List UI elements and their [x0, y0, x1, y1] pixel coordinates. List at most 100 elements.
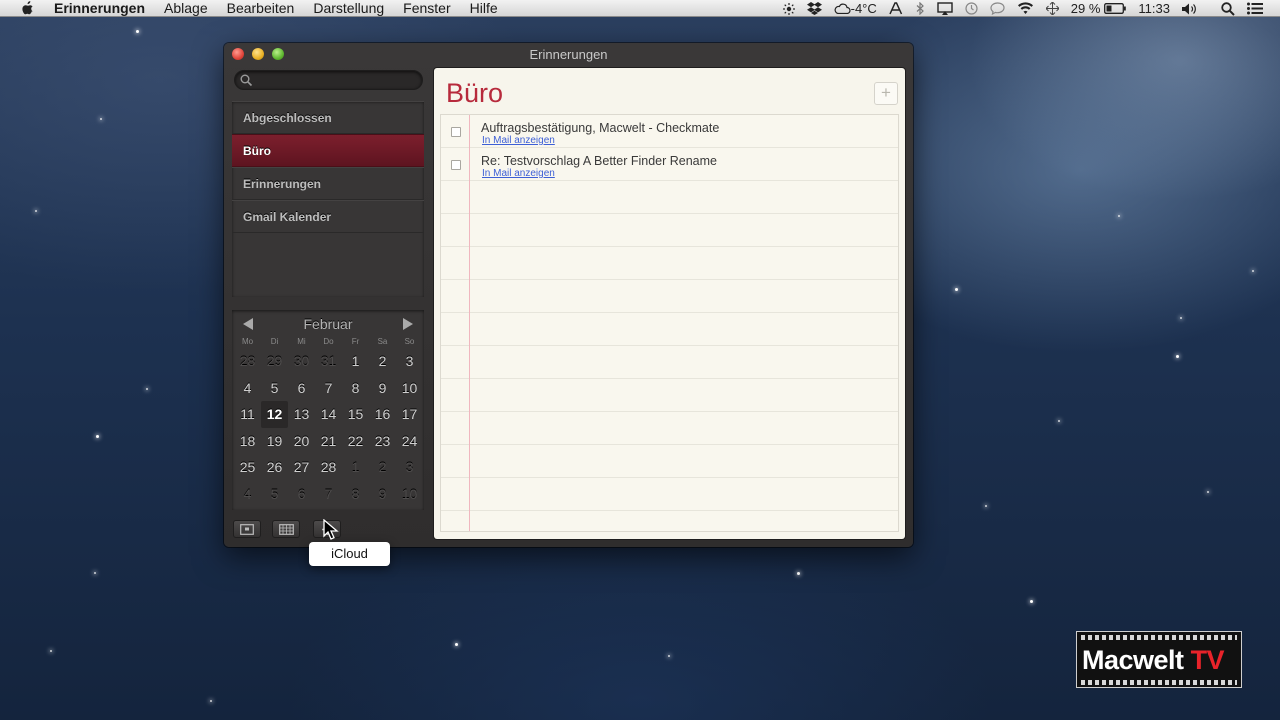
toggle-calendar-button[interactable] [272, 520, 300, 538]
calendar-day[interactable]: 5 [261, 375, 288, 402]
calendar-day-outside-month[interactable]: 8 [342, 481, 369, 508]
wallpaper-star [136, 30, 139, 33]
menu-bearbeiten[interactable]: Bearbeiten [227, 0, 295, 16]
calendar-day-outside-month[interactable]: 3 [396, 454, 423, 481]
calendar-day-outside-month[interactable]: 31 [315, 348, 342, 375]
film-strip-bottom [1081, 680, 1237, 685]
reminder-lists: Abgeschlossen Büro Erinnerungen Gmail Ka… [232, 101, 424, 297]
calendar-day-outside-month[interactable]: 7 [315, 481, 342, 508]
calendar-day[interactable]: 9 [369, 375, 396, 402]
reminders-pane: Büro + Auftragsbestätigung, Macwelt - Ch… [434, 68, 905, 539]
calendar-day[interactable]: 2 [369, 348, 396, 375]
notification-center-icon[interactable] [1247, 2, 1263, 15]
battery-widget[interactable]: 29 % [1071, 1, 1127, 16]
reminder-title[interactable]: Re: Testvorschlag A Better Finder Rename [481, 154, 717, 168]
search-input[interactable] [255, 72, 415, 88]
wallpaper-star [50, 650, 52, 652]
menu-ablage[interactable]: Ablage [164, 0, 208, 16]
bluetooth-icon[interactable] [915, 2, 925, 15]
calendar-day[interactable]: 12 [261, 401, 288, 428]
wallpaper-star [1252, 270, 1254, 272]
calendar-day[interactable]: 16 [369, 401, 396, 428]
wallpaper-star [985, 505, 987, 507]
search-field[interactable] [234, 70, 423, 90]
list-item-buero[interactable]: Büro [232, 134, 424, 167]
menu-app-name[interactable]: Erinnerungen [54, 0, 145, 16]
text-input-icon[interactable] [889, 2, 903, 15]
messages-icon[interactable] [990, 2, 1005, 15]
reminders-window: Erinnerungen Abgeschlossen Büro Erinneru… [224, 43, 913, 547]
calendar-day-outside-month[interactable]: 30 [288, 348, 315, 375]
dropbox-icon[interactable] [806, 2, 822, 15]
show-completed-button[interactable] [233, 520, 261, 538]
calendar-day[interactable]: 10 [396, 375, 423, 402]
brightness-icon[interactable] [782, 2, 795, 15]
window-titlebar[interactable]: Erinnerungen [224, 43, 913, 65]
account-popup-icloud[interactable]: iCloud [309, 542, 390, 566]
calendar-day[interactable]: 28 [315, 454, 342, 481]
calendar-day[interactable]: 4 [234, 375, 261, 402]
calendar-day[interactable]: 13 [288, 401, 315, 428]
calendar-day-outside-month[interactable]: 29 [261, 348, 288, 375]
calendar-day[interactable]: 7 [315, 375, 342, 402]
weather-widget[interactable]: -4°C [834, 1, 877, 16]
reminder-checkbox[interactable] [451, 160, 461, 170]
calendar-day[interactable]: 21 [315, 428, 342, 455]
wallpaper-star [210, 700, 212, 702]
calendar-day[interactable]: 6 [288, 375, 315, 402]
calendar-day-outside-month[interactable]: 6 [288, 481, 315, 508]
calendar-day-outside-month[interactable]: 9 [369, 481, 396, 508]
volume-icon[interactable] [1182, 3, 1197, 15]
apple-menu-icon[interactable] [20, 1, 34, 15]
reminder-checkbox[interactable] [451, 127, 461, 137]
window-title: Erinnerungen [529, 47, 608, 62]
show-in-mail-link[interactable]: In Mail anzeigen [482, 168, 555, 179]
calendar-day[interactable]: 26 [261, 454, 288, 481]
list-item-abgeschlossen[interactable]: Abgeschlossen [232, 101, 424, 134]
calendar-icon [278, 523, 294, 535]
calendar-day-outside-month[interactable]: 10 [396, 481, 423, 508]
list-item-gmail-kalender[interactable]: Gmail Kalender [232, 200, 424, 233]
calendar-day[interactable]: 8 [342, 375, 369, 402]
list-title: Büro [446, 78, 504, 108]
menu-hilfe[interactable]: Hilfe [470, 0, 498, 16]
calendar-day[interactable]: 1 [342, 348, 369, 375]
sync-icon[interactable] [1045, 2, 1059, 15]
time-machine-icon[interactable] [965, 2, 978, 15]
menu-darstellung[interactable]: Darstellung [313, 0, 384, 16]
calendar-day[interactable]: 15 [342, 401, 369, 428]
calendar-day[interactable]: 17 [396, 401, 423, 428]
show-in-mail-link[interactable]: In Mail anzeigen [482, 135, 555, 146]
reminder-row[interactable]: Re: Testvorschlag A Better Finder Rename… [441, 149, 898, 182]
reminder-row[interactable]: Auftragsbestätigung, Macwelt - Checkmate… [441, 116, 898, 149]
calendar-day[interactable]: 24 [396, 428, 423, 455]
airplay-icon[interactable] [937, 2, 953, 15]
reminders-sheet: Auftragsbestätigung, Macwelt - Checkmate… [440, 114, 899, 532]
calendar-day[interactable]: 14 [315, 401, 342, 428]
reminder-title[interactable]: Auftragsbestätigung, Macwelt - Checkmate [481, 121, 719, 135]
calendar-day[interactable]: 11 [234, 401, 261, 428]
calendar-day[interactable]: 22 [342, 428, 369, 455]
calendar-day-outside-month[interactable]: 4 [234, 481, 261, 508]
calendar-day-outside-month[interactable]: 1 [342, 454, 369, 481]
list-item-erinnerungen[interactable]: Erinnerungen [232, 167, 424, 200]
add-reminder-button[interactable]: + [874, 82, 898, 105]
menu-fenster[interactable]: Fenster [403, 0, 450, 16]
calendar-day-outside-month[interactable]: 5 [261, 481, 288, 508]
calendar-day[interactable]: 25 [234, 454, 261, 481]
film-strip-top [1081, 635, 1237, 640]
spotlight-icon[interactable] [1221, 1, 1235, 16]
calendar-day-outside-month[interactable]: 2 [369, 454, 396, 481]
calendar-day-outside-month[interactable]: 28 [234, 348, 261, 375]
calendar-day[interactable]: 19 [261, 428, 288, 455]
calendar-day[interactable]: 27 [288, 454, 315, 481]
calendar-day[interactable]: 20 [288, 428, 315, 455]
clock[interactable]: 11:33 [1138, 1, 1170, 16]
calendar-day[interactable]: 18 [234, 428, 261, 455]
calendar-day[interactable]: 3 [396, 348, 423, 375]
wifi-icon[interactable] [1017, 2, 1034, 15]
weekday-label: Sa [377, 337, 388, 346]
calendar-day[interactable]: 23 [369, 428, 396, 455]
next-month-icon[interactable] [403, 318, 413, 330]
wallpaper-star [1176, 355, 1179, 358]
